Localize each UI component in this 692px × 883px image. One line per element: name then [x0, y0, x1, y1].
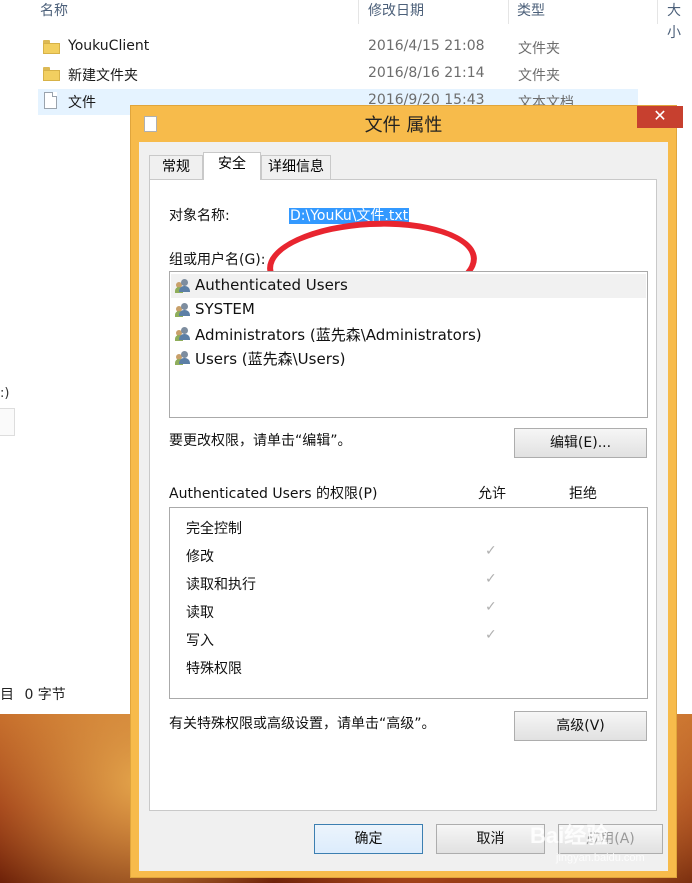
allow-check-read-execute: ✓: [485, 571, 497, 587]
file-row-new-folder[interactable]: 新建文件夹 2016/8/16 21:14 文件夹: [38, 62, 638, 88]
text-file-icon: [44, 92, 57, 109]
close-button[interactable]: ✕: [637, 106, 683, 128]
user-row-users[interactable]: Users (蓝先森\Users): [171, 346, 646, 370]
permission-special: 特殊权限: [186, 661, 242, 677]
user-row-system[interactable]: SYSTEM: [171, 298, 646, 322]
status-size: 0 字节: [24, 687, 66, 703]
dialog-body: 常规 安全 详细信息 对象名称: D:\YouKu\文件.txt 组或用户名(G…: [139, 142, 668, 871]
column-header-date[interactable]: 修改日期: [368, 0, 424, 24]
tab-general[interactable]: 常规: [149, 155, 203, 179]
file-date: 2016/4/15 21:08: [368, 38, 485, 54]
column-separator[interactable]: [657, 0, 658, 24]
user-group-icon: [175, 351, 191, 365]
allow-check-modify: ✓: [485, 543, 497, 559]
permission-modify: 修改: [186, 549, 214, 565]
nav-pane-scroll-stub[interactable]: [0, 408, 15, 436]
permissions-label: Authenticated Users 的权限(P): [169, 486, 378, 502]
groups-label: 组或用户名(G):: [169, 252, 266, 268]
object-name-label: 对象名称:: [169, 208, 230, 224]
user-group-icon: [175, 279, 191, 293]
tab-security[interactable]: 安全: [203, 152, 261, 180]
baidu-watermark: Bai经验: [530, 823, 609, 848]
dialog-title: 文件 属性: [364, 115, 443, 136]
user-name: Authenticated Users: [195, 276, 348, 294]
file-type: 文件夹: [518, 41, 560, 57]
allow-check-write: ✓: [485, 627, 497, 643]
user-group-icon: [175, 327, 191, 341]
file-name: YoukuClient: [68, 38, 150, 54]
column-header-size[interactable]: 大小: [667, 0, 692, 41]
tab-details[interactable]: 详细信息: [261, 155, 331, 179]
file-name: 文件: [68, 95, 96, 111]
baidu-watermark-url: jingyan.baidu.com: [556, 852, 645, 864]
advanced-hint: 有关特殊权限或高级设置，请单击“高级”。: [169, 716, 436, 732]
status-bar: 目 0 字节: [0, 684, 66, 704]
nav-pane-fragment[interactable]: :): [0, 386, 9, 401]
advanced-button[interactable]: 高级(V): [514, 711, 647, 741]
cancel-button[interactable]: 取消: [436, 824, 545, 854]
user-row-authenticated-users[interactable]: Authenticated Users: [171, 274, 646, 298]
file-properties-dialog: 文件 属性 ✕ 常规 安全 详细信息 对象名称: D:\YouKu\文件.txt…: [130, 105, 683, 878]
permission-write: 写入: [186, 633, 214, 649]
status-item-count: 目: [0, 687, 14, 703]
deny-column-header: 拒绝: [569, 486, 597, 502]
permissions-list: 完全控制 修改 ✓ 读取和执行 ✓ 读取 ✓ 写入 ✓ 特殊权限: [169, 507, 648, 699]
user-name: Administrators (蓝先森\Administrators): [195, 326, 482, 344]
user-name: Users (蓝先森\Users): [195, 350, 346, 368]
security-tab-panel: 对象名称: D:\YouKu\文件.txt 组或用户名(G): Authenti…: [149, 179, 657, 811]
permission-read: 读取: [186, 605, 214, 621]
file-row-youkuclient[interactable]: YoukuClient 2016/4/15 21:08 文件夹: [38, 35, 638, 61]
column-header-type[interactable]: 类型: [517, 0, 545, 24]
file-type: 文件夹: [518, 68, 560, 84]
ok-button[interactable]: 确定: [314, 824, 423, 854]
allow-check-read: ✓: [485, 599, 497, 615]
file-date: 2016/8/16 21:14: [368, 65, 485, 81]
user-group-icon: [175, 303, 191, 317]
user-name: SYSTEM: [195, 300, 255, 318]
users-listbox[interactable]: Authenticated Users SYSTEM Administrator…: [169, 271, 648, 418]
allow-column-header: 允许: [478, 486, 506, 502]
column-separator[interactable]: [508, 0, 509, 24]
permission-full-control: 完全控制: [186, 521, 242, 537]
folder-icon: [43, 67, 60, 81]
folder-icon: [43, 40, 60, 54]
user-row-administrators[interactable]: Administrators (蓝先森\Administrators): [171, 322, 646, 346]
column-separator[interactable]: [358, 0, 359, 24]
edit-button[interactable]: 编辑(E)...: [514, 428, 647, 458]
permission-read-execute: 读取和执行: [186, 577, 256, 593]
edit-hint: 要更改权限，请单击“编辑”。: [169, 433, 352, 449]
dialog-title-bar[interactable]: 文件 属性 ✕: [131, 106, 683, 142]
file-name: 新建文件夹: [68, 68, 138, 84]
column-header-name[interactable]: 名称: [40, 0, 68, 24]
